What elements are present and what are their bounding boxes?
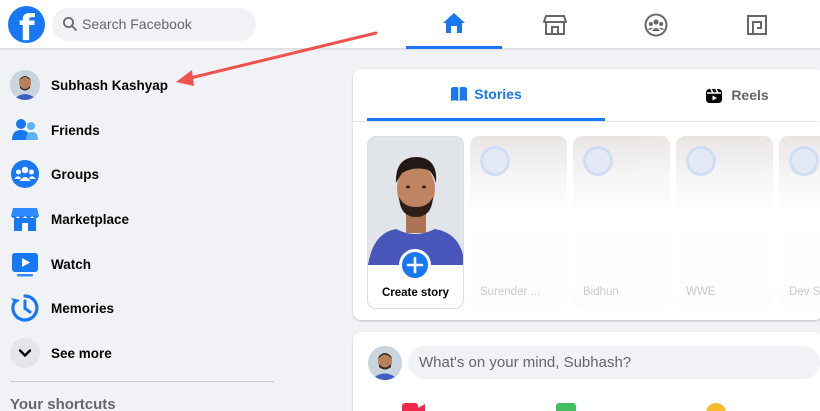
- sidebar-item-profile[interactable]: Subhash Kashyap: [0, 63, 290, 107]
- sidebar-item-groups[interactable]: Groups: [0, 152, 290, 196]
- nav-tab-marketplace[interactable]: [507, 0, 603, 49]
- facebook-logo[interactable]: f: [8, 6, 45, 43]
- marketplace-icon: [543, 14, 567, 35]
- story-avatar: [480, 146, 510, 176]
- profile-avatar: [10, 70, 40, 100]
- story-card[interactable]: Bidhun: [573, 136, 670, 309]
- watch-icon: [12, 253, 38, 277]
- sidebar-divider: [10, 381, 274, 382]
- sidebar-item-label: Subhash Kashyap: [51, 77, 169, 93]
- sidebar-item-friends[interactable]: Friends: [0, 108, 290, 152]
- stories-tabs: Stories Reels: [367, 69, 820, 121]
- live-video-button[interactable]: [402, 403, 442, 411]
- feeling-activity-button[interactable]: [706, 403, 746, 411]
- composer-avatar[interactable]: [368, 346, 402, 380]
- feeling-icon: [706, 403, 726, 411]
- story-author: WWE: [686, 286, 716, 298]
- sidebar-item-label: See more: [51, 345, 112, 361]
- composer-placeholder: What's on your mind, Subhash?: [419, 354, 632, 371]
- story-avatar: [583, 146, 613, 176]
- tab-reels[interactable]: Reels: [617, 69, 820, 121]
- home-icon: [443, 13, 465, 33]
- story-avatar: [686, 146, 716, 176]
- groups-icon: [644, 13, 668, 36]
- sidebar-item-watch[interactable]: Watch: [0, 242, 290, 286]
- sidebar-item-label: Groups: [51, 166, 100, 182]
- search-placeholder: Search Facebook: [82, 16, 192, 32]
- story-card[interactable]: Dev S: [779, 136, 820, 309]
- sidebar-item-marketplace[interactable]: Marketplace: [0, 197, 290, 241]
- memories-icon: [11, 294, 39, 322]
- tabs-divider: [353, 121, 819, 122]
- search-icon: [63, 17, 77, 31]
- sidebar-item-label: Watch: [51, 256, 91, 272]
- create-story-card[interactable]: Create story: [367, 136, 464, 309]
- tab-label: Stories: [474, 85, 522, 102]
- logo-letter: f: [19, 8, 35, 43]
- nav-tab-home[interactable]: [406, 0, 502, 49]
- story-card[interactable]: WWE: [676, 136, 773, 309]
- friends-icon: [12, 119, 38, 140]
- chevron-down-icon: [10, 338, 40, 368]
- gaming-icon: [747, 14, 767, 35]
- sidebar-item-see-more[interactable]: See more: [0, 331, 290, 375]
- story-author: Surender ...: [480, 286, 541, 298]
- sidebar-item-memories[interactable]: Memories: [0, 286, 290, 330]
- post-composer-input[interactable]: What's on your mind, Subhash?: [408, 346, 820, 379]
- create-story-label: Create story: [381, 287, 450, 299]
- story-avatar: [789, 146, 819, 176]
- marketplace-icon: [11, 208, 39, 231]
- profile-photo: [368, 137, 463, 265]
- sidebar-item-label: Memories: [51, 300, 115, 316]
- plus-icon: [406, 256, 424, 274]
- live-video-icon: [402, 403, 425, 411]
- tab-label: Reels: [731, 87, 769, 103]
- top-navigation-bar: f Search Facebook: [0, 0, 820, 49]
- search-box[interactable]: Search Facebook: [52, 8, 256, 41]
- story-card[interactable]: Surender ...: [470, 136, 567, 309]
- add-story-button[interactable]: [399, 249, 431, 281]
- reels-icon: [706, 88, 723, 103]
- photo-icon: [556, 403, 576, 411]
- sidebar-item-label: Friends: [51, 122, 100, 138]
- tab-stories[interactable]: Stories: [367, 69, 605, 121]
- story-author: Dev S: [789, 286, 820, 298]
- photo-video-button[interactable]: [556, 403, 596, 411]
- book-icon: [451, 86, 468, 101]
- groups-icon: [11, 160, 39, 188]
- nav-tab-groups[interactable]: [608, 0, 704, 49]
- nav-tab-gaming[interactable]: [709, 0, 805, 49]
- shortcuts-heading: Your shortcuts: [10, 396, 116, 411]
- sidebar-item-label: Marketplace: [51, 211, 130, 227]
- story-author: Bidhun: [583, 286, 619, 298]
